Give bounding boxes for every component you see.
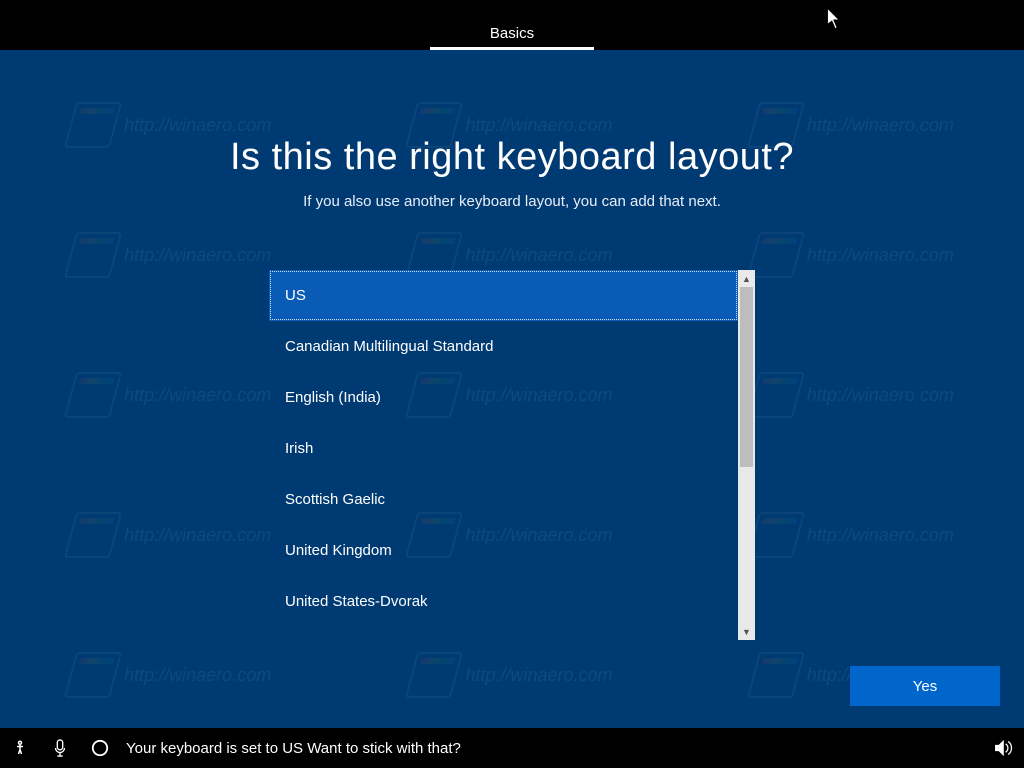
list-item-label: United States-Dvorak bbox=[285, 593, 428, 610]
list-item[interactable]: United States-Dvorak bbox=[269, 576, 738, 627]
yes-button-label: Yes bbox=[913, 678, 937, 695]
layout-list-viewport: US Canadian Multilingual Standard Englis… bbox=[269, 270, 738, 640]
accessibility-icon[interactable] bbox=[0, 728, 40, 768]
microphone-icon[interactable] bbox=[40, 728, 80, 768]
list-item[interactable]: Irish bbox=[269, 423, 738, 474]
scroll-thumb[interactable] bbox=[740, 287, 753, 467]
scrollbar[interactable]: ▲ ▼ bbox=[738, 270, 755, 640]
yes-button[interactable]: Yes bbox=[850, 666, 1000, 706]
list-item[interactable]: Scottish Gaelic bbox=[269, 474, 738, 525]
list-item-label: US bbox=[285, 287, 306, 304]
list-item[interactable]: English (India) bbox=[269, 372, 738, 423]
oobe-main-panel: http://winaero.comhttp://winaero.comhttp… bbox=[0, 50, 1024, 728]
taskbar-status-text: Your keyboard is set to US Want to stick… bbox=[126, 740, 461, 757]
volume-icon[interactable] bbox=[984, 728, 1024, 768]
list-item-label: Irish bbox=[285, 440, 313, 457]
list-item[interactable]: US bbox=[269, 270, 738, 321]
list-item-label: United Kingdom bbox=[285, 542, 392, 559]
keyboard-layout-list: US Canadian Multilingual Standard Englis… bbox=[269, 270, 755, 640]
heading-block: Is this the right keyboard layout? If yo… bbox=[0, 136, 1024, 210]
list-item[interactable]: Canadian Multilingual Standard bbox=[269, 321, 738, 372]
list-item-label: English (India) bbox=[285, 389, 381, 406]
scroll-up-button[interactable]: ▲ bbox=[738, 270, 755, 287]
list-item-label: Scottish Gaelic bbox=[285, 491, 385, 508]
top-tabbar: Basics bbox=[0, 0, 1024, 50]
tab-basics[interactable]: Basics bbox=[430, 15, 594, 50]
list-item-label: Canadian Multilingual Standard bbox=[285, 338, 493, 355]
tab-label: Basics bbox=[490, 25, 534, 42]
scroll-down-button[interactable]: ▼ bbox=[738, 623, 755, 640]
list-item[interactable]: United Kingdom bbox=[269, 525, 738, 576]
cortana-icon[interactable] bbox=[80, 728, 120, 768]
page-subtitle: If you also use another keyboard layout,… bbox=[0, 193, 1024, 210]
taskbar: Your keyboard is set to US Want to stick… bbox=[0, 728, 1024, 768]
page-title: Is this the right keyboard layout? bbox=[0, 136, 1024, 179]
